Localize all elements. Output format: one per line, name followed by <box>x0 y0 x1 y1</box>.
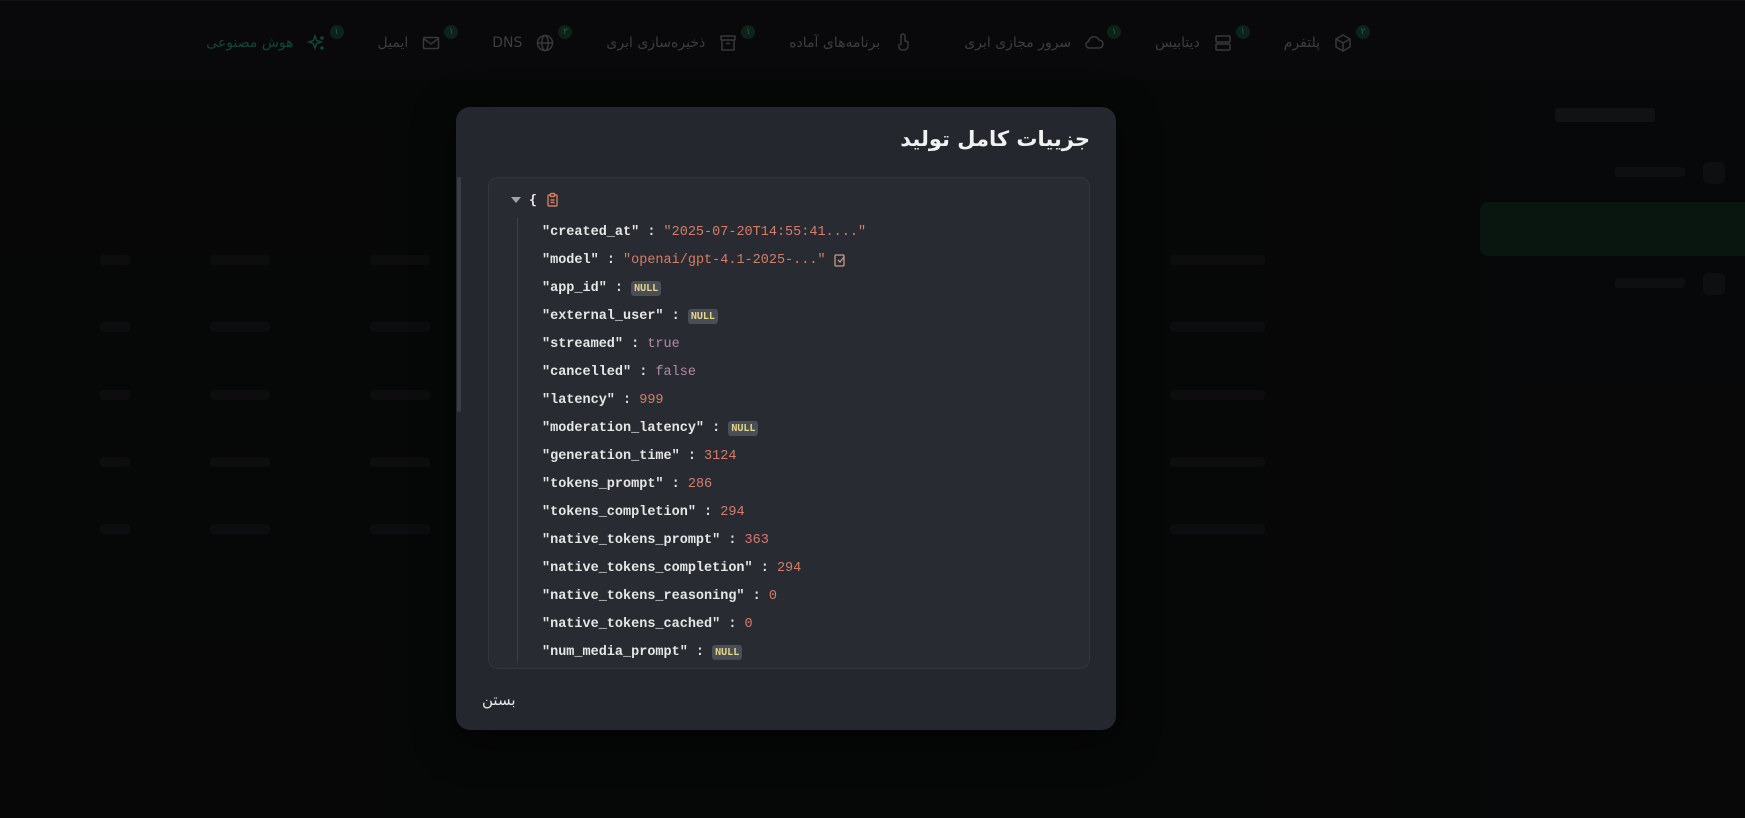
json-field-row: "external_user" : NULL <box>542 302 866 330</box>
json-field-row: "generation_time" : 3124 <box>542 442 866 470</box>
json-key: "native_tokens_cached" <box>542 616 721 632</box>
json-key: "native_tokens_completion" <box>542 560 753 576</box>
json-field-row: "created_at" : "2025-07-20T14:55:41...." <box>542 218 866 246</box>
json-key: "external_user" <box>542 308 664 324</box>
copy-value-icon[interactable] <box>832 252 848 268</box>
json-field-row: "cancelled" : false <box>542 358 866 386</box>
json-field-row: "tokens_completion" : 294 <box>542 498 866 526</box>
copy-icon[interactable] <box>545 192 561 208</box>
json-field-row: "app_id" : NULL <box>542 274 866 302</box>
json-key: "tokens_completion" <box>542 504 696 520</box>
json-separator: : <box>663 308 688 324</box>
json-separator: : <box>744 588 769 604</box>
json-value: NULL <box>631 280 662 296</box>
json-field-row: "native_tokens_prompt" : 363 <box>542 526 866 554</box>
generation-details-modal: جزییات کامل تولید { "created_at" : "2025… <box>456 107 1116 730</box>
json-value: 999 <box>639 392 664 408</box>
json-separator: : <box>639 224 664 240</box>
json-separator: : <box>720 616 745 632</box>
json-value: true <box>647 336 680 352</box>
json-key: "native_tokens_prompt" <box>542 532 721 548</box>
json-value: 286 <box>687 476 713 492</box>
json-separator: : <box>720 532 745 548</box>
json-field-row: "model" : "openai/gpt-4.1-2025-..." <box>542 246 866 274</box>
json-key: "generation_time" <box>542 448 680 464</box>
json-value: false <box>655 364 696 380</box>
json-separator: : <box>631 364 656 380</box>
json-key: "app_id" <box>542 280 607 296</box>
json-open-brace: { <box>529 192 537 208</box>
json-separator: : <box>598 252 624 268</box>
json-field-row: "moderation_latency" : NULL <box>542 414 866 442</box>
json-field-row: "streamed" : true <box>542 330 866 358</box>
json-field-row: "native_tokens_reasoning" : 0 <box>542 582 866 610</box>
json-value: NULL <box>728 420 759 436</box>
modal-title: جزییات کامل تولید <box>900 127 1090 151</box>
json-key: "cancelled" <box>542 364 632 380</box>
json-value: 363 <box>744 532 769 548</box>
json-field-row: "native_tokens_completion" : 294 <box>542 554 866 582</box>
json-separator: : <box>695 504 721 520</box>
json-value: 294 <box>720 504 745 520</box>
json-separator: : <box>623 336 648 352</box>
json-key: "moderation_latency" <box>542 420 705 436</box>
collapse-caret-icon[interactable] <box>511 197 521 203</box>
json-value: "2025-07-20T14:55:41...." <box>663 224 867 240</box>
json-field-row: "native_tokens_cached" : 0 <box>542 610 866 638</box>
json-key: "tokens_prompt" <box>542 476 664 492</box>
json-key: "latency" <box>542 392 615 408</box>
json-value: NULL <box>687 308 718 324</box>
json-value: "openai/gpt-4.1-2025-..." <box>623 252 826 268</box>
json-separator: : <box>606 280 632 296</box>
json-separator: : <box>614 392 640 408</box>
json-value: 0 <box>744 616 753 632</box>
json-value: 294 <box>776 560 802 576</box>
json-key: "model" <box>542 252 599 268</box>
json-root: { <box>511 192 561 208</box>
json-field-row: "latency" : 999 <box>542 386 866 414</box>
json-separator: : <box>704 420 729 436</box>
close-button[interactable]: بستن <box>482 691 516 709</box>
json-viewer: { "created_at" : "2025-07-20T14:55:41...… <box>488 177 1090 669</box>
json-value: 3124 <box>704 448 737 464</box>
json-fields: "created_at" : "2025-07-20T14:55:41...."… <box>517 218 866 666</box>
json-key: "native_tokens_reasoning" <box>542 588 745 604</box>
json-separator: : <box>752 560 777 576</box>
json-key: "streamed" <box>542 336 624 352</box>
json-key: "created_at" <box>542 224 640 240</box>
json-field-row: "tokens_prompt" : 286 <box>542 470 866 498</box>
modal-scrollbar[interactable] <box>457 177 461 412</box>
json-value: 0 <box>768 588 777 604</box>
json-separator: : <box>663 476 688 492</box>
json-separator: : <box>679 448 705 464</box>
